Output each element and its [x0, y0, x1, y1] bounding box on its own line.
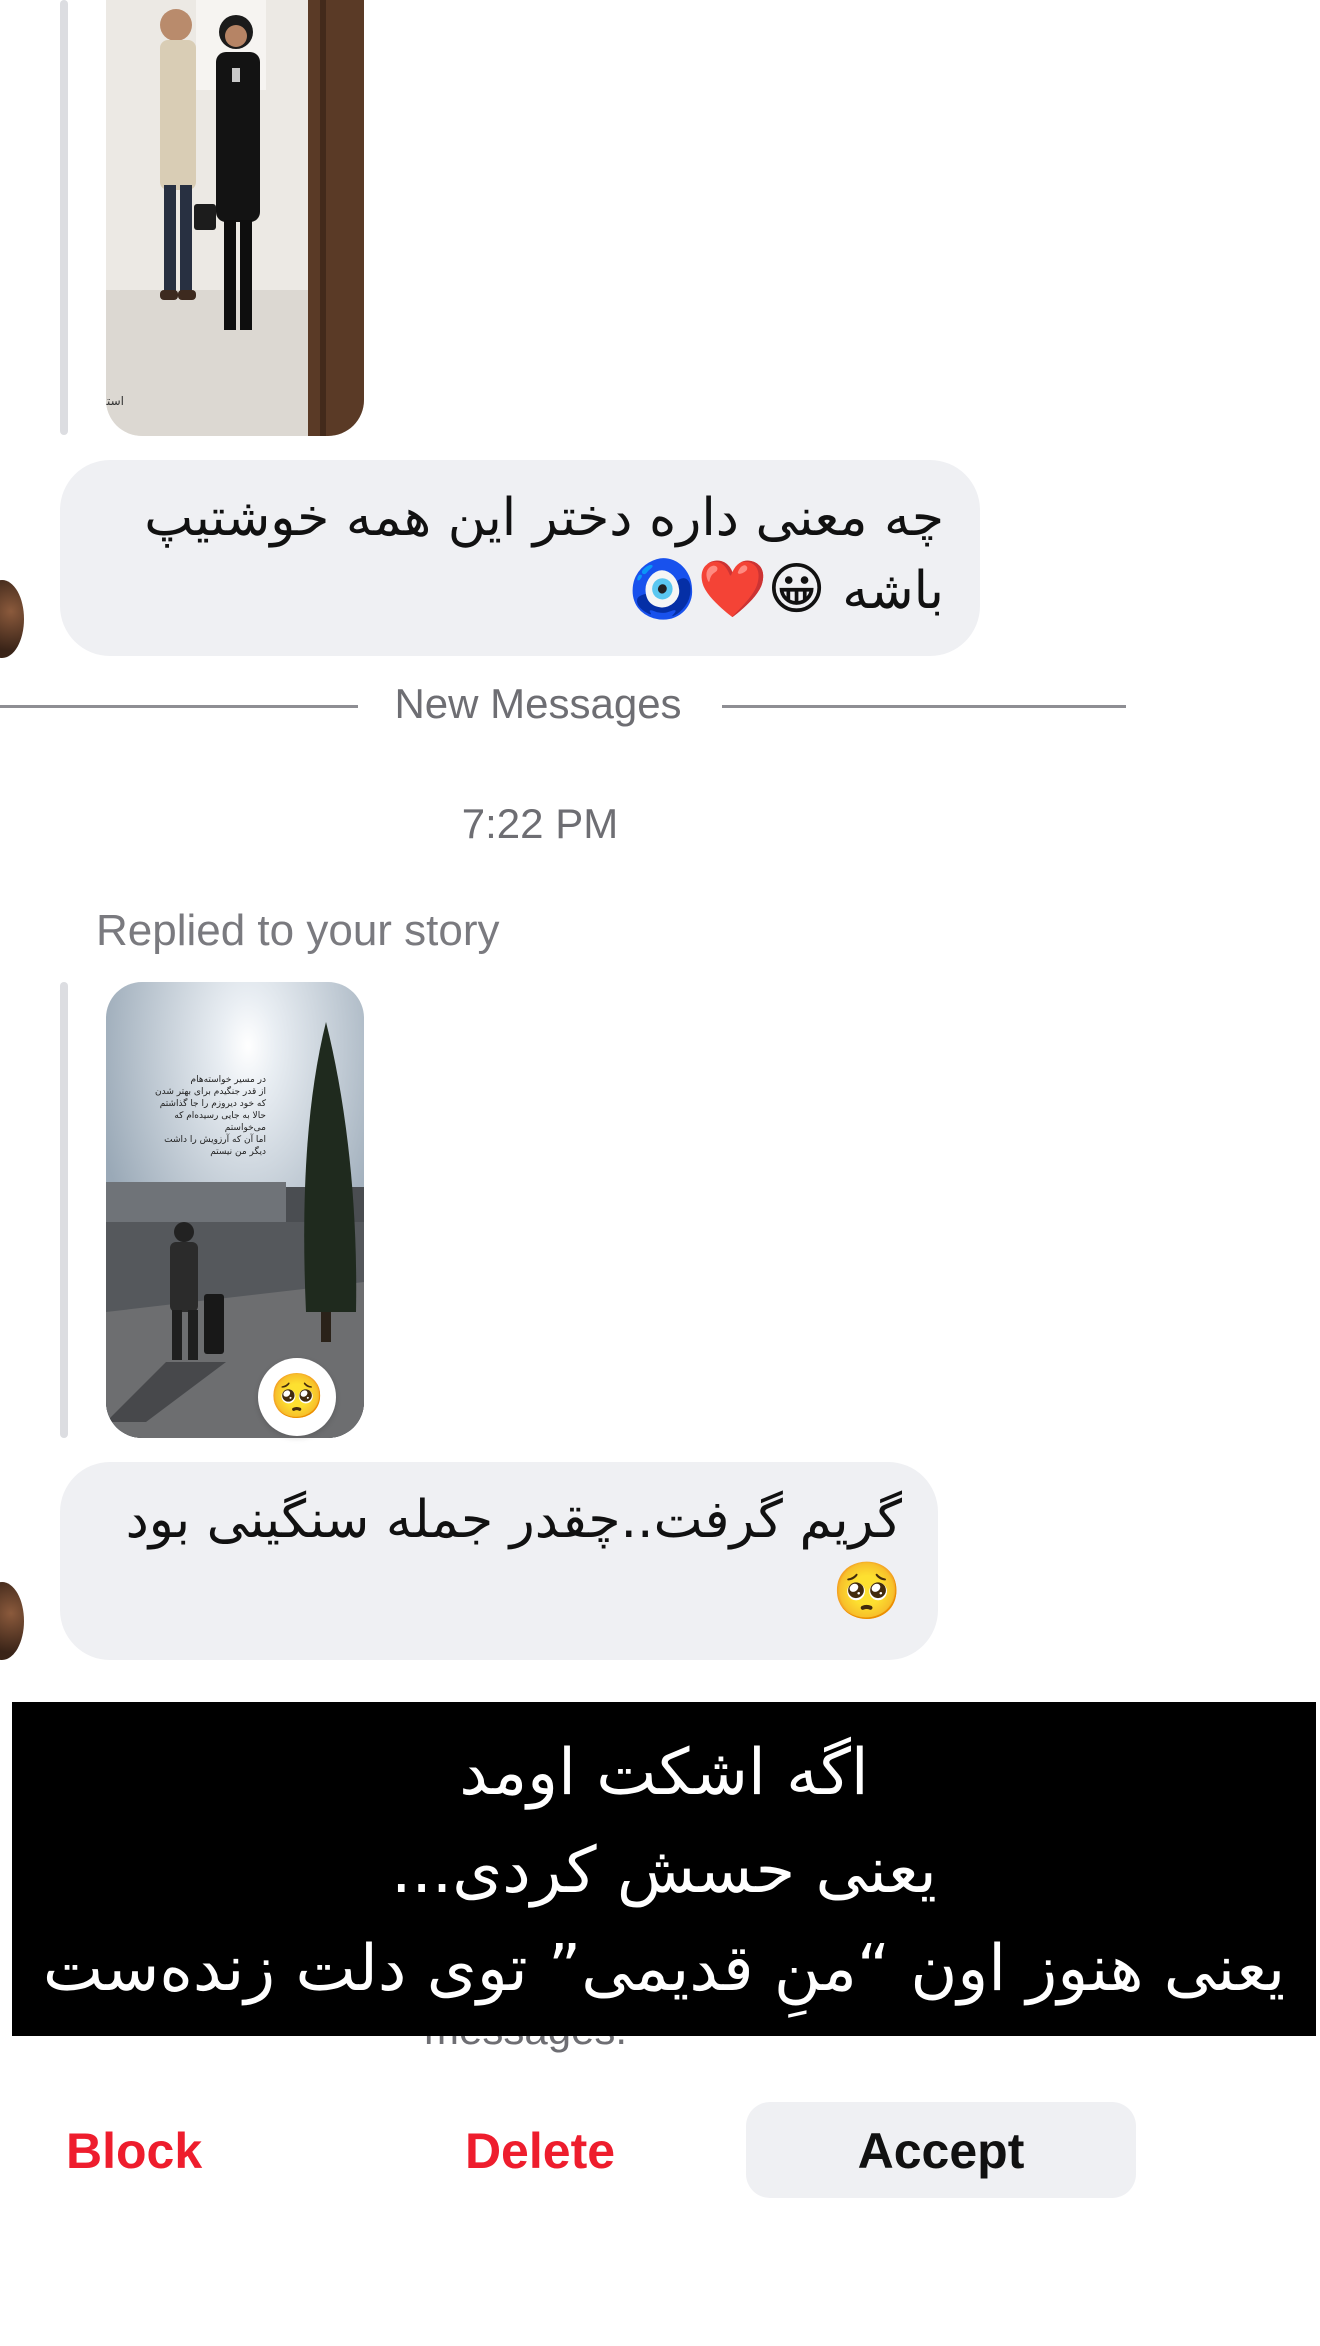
delete-button[interactable]: Delete — [420, 2102, 660, 2198]
block-button[interactable]: Block — [60, 2102, 220, 2198]
new-messages-divider: New Messages — [394, 680, 682, 727]
story-text-line: دیگر من نیستم — [210, 1145, 266, 1157]
sender-avatar[interactable] — [0, 580, 24, 658]
story-caption: استایل امشبمون خوبه؟ — [106, 394, 124, 409]
caption-line: یعنی حسش کردی... — [391, 1834, 937, 1908]
sender-avatar[interactable] — [0, 1582, 24, 1660]
caption-line: یعنی هنوز اون “منِ قدیمی” توی دلت زنده‌س… — [42, 1932, 1286, 2006]
story-thumbnail[interactable]: استایل امشبمون خوبه؟ — [106, 0, 364, 436]
story-reply-rule — [60, 0, 68, 435]
story-reply-rule — [60, 982, 68, 1438]
story-text-line: اما آن که آرزویش را داشت — [164, 1133, 266, 1145]
divider-line-right — [722, 705, 1126, 708]
story-text-line: در مسیر خواسته‌هام — [191, 1075, 266, 1085]
caption-overlay: اگه اشکت اومد یعنی حسش کردی... یعنی هنوز… — [12, 1702, 1316, 2036]
divider-line-left — [0, 705, 358, 708]
story-text-line: که خود دیروزم را جا گذاشتم — [160, 1097, 267, 1109]
message-timestamp: 7:22 PM — [461, 800, 619, 847]
message-text: گریم گرفت..چقدر جمله سنگینی بود — [125, 1490, 902, 1550]
accept-button[interactable]: Accept — [746, 2102, 1136, 2198]
message-emojis: 😀❤️🧿 — [627, 557, 826, 622]
message-emojis: 🥺 — [832, 1559, 902, 1624]
story-text-line: حالا به جایی رسیده‌ام که — [174, 1111, 266, 1121]
story-text-line: از قدر جنگیدم برای بهتر شدن — [155, 1085, 266, 1097]
message-request-actions: Block Delete Accept — [0, 2102, 1320, 2198]
story-photo: استایل امشبمون خوبه؟ — [106, 0, 364, 436]
story-text-line: می‌خواستم — [225, 1123, 266, 1133]
message-bubble[interactable]: چه معنی داره دختر این همه خوشتیپ باشه 😀❤… — [60, 460, 980, 656]
caption-line: اگه اشکت اومد — [459, 1736, 869, 1810]
message-bubble[interactable]: گریم گرفت..چقدر جمله سنگینی بود 🥺 — [60, 1462, 938, 1660]
replied-to-story-label: Replied to your story — [96, 906, 500, 955]
story-reaction-emoji: 🥺 — [258, 1358, 336, 1436]
